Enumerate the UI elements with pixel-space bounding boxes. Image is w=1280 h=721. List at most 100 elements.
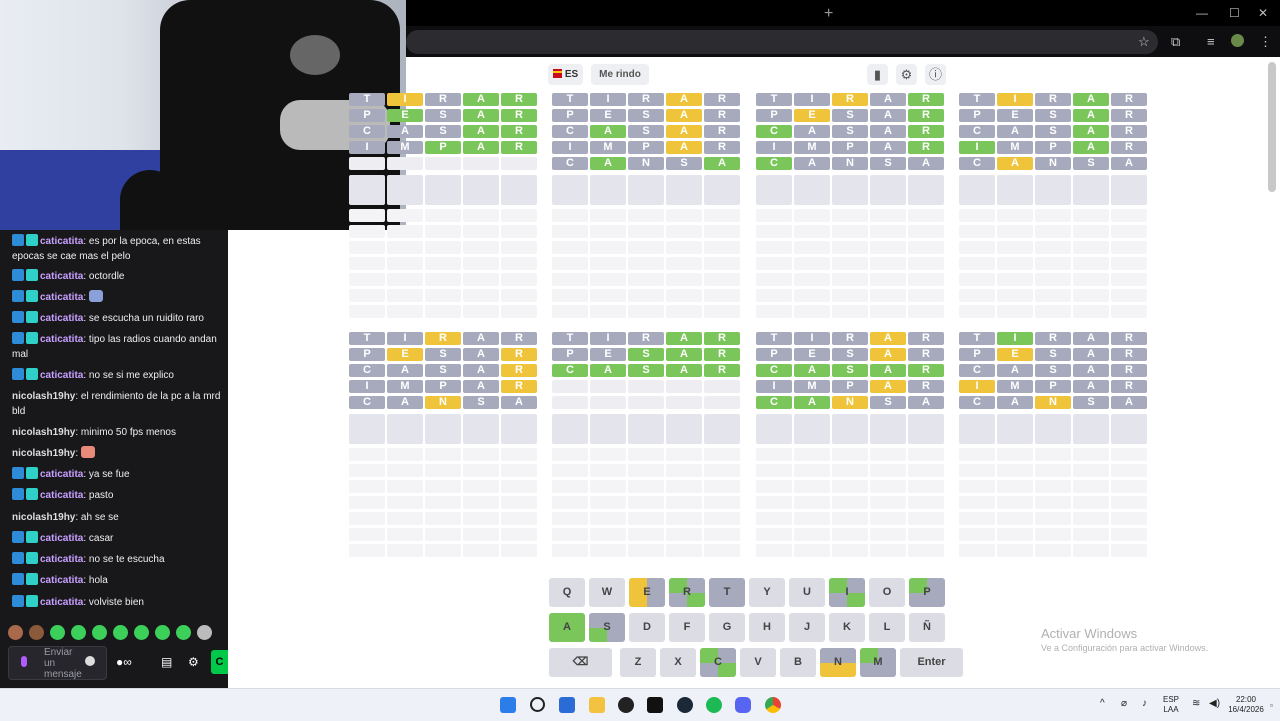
key-z[interactable]: Z xyxy=(620,648,656,677)
browser-menu-icon[interactable]: ⋮ xyxy=(1259,34,1272,50)
prime-badge-icon[interactable] xyxy=(12,573,24,585)
info-icon[interactable]: ⓘ xyxy=(925,64,946,85)
backspace-key[interactable]: ⌫ xyxy=(549,648,612,677)
prime-badge-icon[interactable] xyxy=(12,467,24,479)
subscriber-badge-icon[interactable] xyxy=(26,552,38,564)
key-h[interactable]: H xyxy=(749,613,785,642)
subscriber-badge-icon[interactable] xyxy=(26,488,38,500)
chat-username[interactable]: caticatita xyxy=(40,370,83,381)
quick-emote-icon[interactable] xyxy=(113,625,128,640)
key-n[interactable]: N xyxy=(820,648,856,677)
quick-emote-icon[interactable] xyxy=(8,625,23,640)
steam-icon[interactable] xyxy=(677,697,693,713)
prime-badge-icon[interactable] xyxy=(12,311,24,323)
profile-avatar[interactable] xyxy=(1231,34,1244,47)
chat-username[interactable]: nicolash19hy xyxy=(12,391,75,402)
notifications-icon[interactable]: ▫ xyxy=(1270,701,1273,711)
chat-username[interactable]: caticatita xyxy=(40,490,83,501)
new-tab-button[interactable]: + xyxy=(824,5,833,23)
chrome-icon[interactable] xyxy=(765,697,781,713)
chat-username[interactable]: nicolash19hy xyxy=(12,427,75,438)
epic-games-icon[interactable] xyxy=(647,697,663,713)
volume-icon[interactable]: ◀) xyxy=(1209,699,1220,709)
chat-username[interactable]: caticatita xyxy=(40,469,83,480)
key-k[interactable]: K xyxy=(829,613,865,642)
chat-username[interactable]: caticatita xyxy=(40,334,83,345)
stats-icon[interactable]: ▮ xyxy=(867,64,888,85)
clock[interactable]: 22:00 16/4/2026 xyxy=(1228,695,1264,715)
page-scrollbar[interactable] xyxy=(1268,62,1276,192)
chat-username[interactable]: caticatita xyxy=(40,271,83,282)
key-o[interactable]: O xyxy=(869,578,905,607)
chat-send-button[interactable]: C xyxy=(211,650,228,674)
prime-badge-icon[interactable] xyxy=(12,290,24,302)
subscriber-badge-icon[interactable] xyxy=(26,573,38,585)
key-c[interactable]: C xyxy=(700,648,736,677)
key-r[interactable]: R xyxy=(669,578,705,607)
address-bar[interactable] xyxy=(406,30,1158,54)
prime-badge-icon[interactable] xyxy=(12,332,24,344)
key-t[interactable]: T xyxy=(709,578,745,607)
key-u[interactable]: U xyxy=(789,578,825,607)
microphone-tray-icon[interactable]: ♪ xyxy=(1142,699,1147,709)
key-v[interactable]: V xyxy=(740,648,776,677)
quick-emote-icon[interactable] xyxy=(71,625,86,640)
minimize-button[interactable]: — xyxy=(1196,6,1208,20)
enter-key[interactable]: Enter xyxy=(900,648,963,677)
wifi-icon[interactable]: ≋ xyxy=(1192,699,1200,709)
prime-badge-icon[interactable] xyxy=(12,552,24,564)
store-icon[interactable]: ▤ xyxy=(161,655,172,669)
quick-emote-icon[interactable] xyxy=(176,625,191,640)
chat-username[interactable]: nicolash19hy xyxy=(12,448,75,459)
key-l[interactable]: L xyxy=(869,613,905,642)
quick-emote-icon[interactable] xyxy=(134,625,149,640)
subscriber-badge-icon[interactable] xyxy=(26,368,38,380)
quick-emote-icon[interactable] xyxy=(29,625,44,640)
key-ñ[interactable]: Ñ xyxy=(909,613,945,642)
key-x[interactable]: X xyxy=(660,648,696,677)
chat-username[interactable]: caticatita xyxy=(40,313,83,324)
tray-overflow-icon[interactable]: ^ xyxy=(1100,699,1105,709)
quick-emote-icon[interactable] xyxy=(155,625,170,640)
key-m[interactable]: M xyxy=(860,648,896,677)
chat-username[interactable]: caticatita xyxy=(40,575,83,586)
chat-username[interactable]: caticatita xyxy=(40,236,83,247)
chat-emote-icon[interactable] xyxy=(88,290,103,302)
extensions-icon[interactable]: ⧉ xyxy=(1171,34,1180,50)
subscriber-badge-icon[interactable] xyxy=(26,332,38,344)
prime-badge-icon[interactable] xyxy=(12,269,24,281)
prime-badge-icon[interactable] xyxy=(12,234,24,246)
key-d[interactable]: D xyxy=(629,613,665,642)
subscriber-badge-icon[interactable] xyxy=(26,290,38,302)
subscriber-badge-icon[interactable] xyxy=(26,269,38,281)
key-b[interactable]: B xyxy=(780,648,816,677)
file-explorer-icon[interactable] xyxy=(589,697,605,713)
network-off-icon[interactable]: ⌀ xyxy=(1121,699,1127,709)
subscriber-badge-icon[interactable] xyxy=(26,311,38,323)
prime-badge-icon[interactable] xyxy=(12,368,24,380)
media-controls-icon[interactable]: ≡ xyxy=(1207,34,1215,49)
input-language[interactable]: ESP LAA xyxy=(1163,695,1179,715)
quick-emote-icon[interactable] xyxy=(92,625,107,640)
spotify-icon[interactable] xyxy=(706,697,722,713)
quick-emote-icon[interactable] xyxy=(197,625,212,640)
chat-input[interactable]: Enviar un mensaje xyxy=(8,646,107,680)
chat-username[interactable]: caticatita xyxy=(40,554,83,565)
subscriber-badge-icon[interactable] xyxy=(26,234,38,246)
quick-emote-icon[interactable] xyxy=(50,625,65,640)
prime-badge-icon[interactable] xyxy=(12,488,24,500)
discord-icon[interactable] xyxy=(735,697,751,713)
chat-username[interactable]: caticatita xyxy=(40,292,83,303)
prime-badge-icon[interactable] xyxy=(12,531,24,543)
subscriber-badge-icon[interactable] xyxy=(26,467,38,479)
language-button[interactable]: ES xyxy=(548,64,583,85)
key-p[interactable]: P xyxy=(909,578,945,607)
search-icon[interactable] xyxy=(530,697,545,712)
chat-username[interactable]: caticatita xyxy=(40,533,83,544)
subscriber-badge-icon[interactable] xyxy=(26,595,38,607)
bits-icon[interactable]: ●∞ xyxy=(116,655,132,669)
close-window-button[interactable]: ✕ xyxy=(1258,6,1268,20)
chat-emote-icon[interactable] xyxy=(80,446,95,458)
start-menu-icon[interactable] xyxy=(500,697,516,713)
subscriber-badge-icon[interactable] xyxy=(26,531,38,543)
